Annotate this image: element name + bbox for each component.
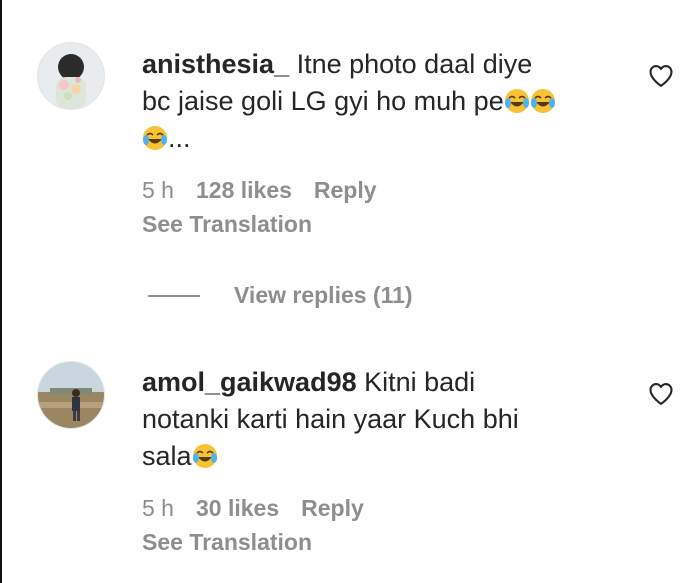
view-replies-label: View replies (11) xyxy=(234,282,413,308)
see-translation-button[interactable]: See Translation xyxy=(142,211,312,238)
comment-meta: 5 h 30 likes Reply xyxy=(142,495,364,522)
view-replies-button[interactable]: View replies (11) xyxy=(148,282,413,309)
comment-body-line2: notanki karti hain yaar Kuch bhi xyxy=(142,404,519,434)
username[interactable]: amol_gaikwad98 xyxy=(142,367,357,397)
comment-text: anisthesia_ Itne photo daal diye bc jais… xyxy=(142,46,612,157)
avatar[interactable] xyxy=(37,42,105,110)
face-with-tears-of-joy-emoji xyxy=(192,444,217,468)
comment-body-line1: Kitni badi xyxy=(356,367,476,397)
comment-meta: 5 h 128 likes Reply xyxy=(142,177,377,204)
window-edge xyxy=(0,0,2,583)
face-with-tears-of-joy-emoji xyxy=(504,89,529,113)
likes-count[interactable]: 30 likes xyxy=(196,495,279,522)
reply-button[interactable]: Reply xyxy=(314,177,377,204)
comment-body-line3: sala xyxy=(142,441,192,471)
comment-body-ellipsis: ... xyxy=(168,123,191,153)
reply-button[interactable]: Reply xyxy=(301,495,364,522)
comment-body-line1: Itne photo daal diye xyxy=(289,49,533,79)
heart-outline-icon[interactable] xyxy=(647,62,675,90)
comment-text: amol_gaikwad98 Kitni badi notanki karti … xyxy=(142,364,612,475)
comment-time: 5 h xyxy=(142,495,174,521)
username[interactable]: anisthesia_ xyxy=(142,49,289,79)
comment-body-line2: bc jaise goli LG gyi ho muh pe xyxy=(142,86,504,116)
heart-outline-icon[interactable] xyxy=(647,380,675,408)
likes-count[interactable]: 128 likes xyxy=(196,177,292,204)
comment-time: 5 h xyxy=(142,177,174,203)
avatar[interactable] xyxy=(37,361,105,429)
face-with-tears-of-joy-emoji xyxy=(530,89,555,113)
replies-divider-line xyxy=(148,294,200,297)
see-translation-button[interactable]: See Translation xyxy=(142,529,312,556)
face-with-tears-of-joy-emoji xyxy=(143,126,167,150)
